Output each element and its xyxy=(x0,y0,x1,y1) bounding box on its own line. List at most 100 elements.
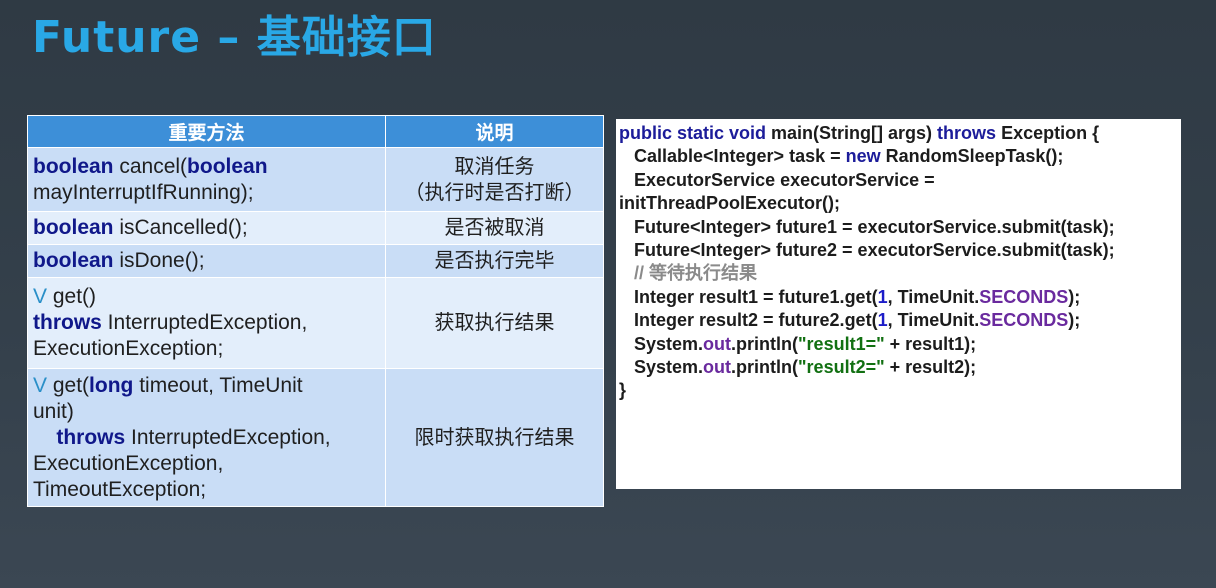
code-token: System. xyxy=(619,357,704,378)
code-token: main(String[] args) xyxy=(766,123,938,143)
code-line: // 等待执行结果 xyxy=(619,262,1178,285)
method-signature: boolean cancel(boolean mayInterruptIfRunn… xyxy=(27,147,386,212)
code-text: isDone(); xyxy=(113,249,205,272)
description-line: 获取执行结果 xyxy=(434,312,555,334)
method-description: 获取执行结果 xyxy=(385,277,604,369)
code-line: Callable<Integer> task = new RandomSleep… xyxy=(619,145,1178,168)
keyword: boolean xyxy=(33,249,114,272)
code-text: isCancelled(); xyxy=(113,216,248,239)
keyword: throws xyxy=(33,311,102,334)
code-token: .println( xyxy=(731,333,799,354)
method-description: 是否被取消 xyxy=(385,211,604,245)
code-text: TimeoutException; xyxy=(33,477,207,501)
table-row: boolean isDone(); 是否执行完毕 xyxy=(27,244,604,278)
string-literal: "result1=" xyxy=(798,333,885,354)
table-row: boolean isCancelled(); 是否被取消 xyxy=(27,211,604,245)
description-line: 取消任务 xyxy=(454,155,535,178)
method-description: 是否执行完毕 xyxy=(385,244,604,278)
method-line: boolean isDone(); xyxy=(33,248,380,274)
method-line: throws InterruptedException, xyxy=(33,310,380,336)
code-text: InterruptedException, xyxy=(101,311,308,334)
method-signature: boolean isCancelled(); xyxy=(27,211,386,245)
slide-title: Future – 基础接口 xyxy=(32,12,437,63)
method-line: V get(long timeout, TimeUnit xyxy=(33,373,380,399)
code-token: Integer result1 = future1.get( xyxy=(619,286,878,307)
code-line: Integer result1 = future1.get(1, TimeUni… xyxy=(619,286,1178,309)
method-signature: V get() throws InterruptedException, Execu… xyxy=(27,277,386,369)
code-comment: // 等待执行结果 xyxy=(634,263,758,284)
code-token: Callable<Integer> task = xyxy=(619,146,846,167)
keyword: long xyxy=(89,373,134,397)
code-token: Future<Integer> future2 = executorServic… xyxy=(619,240,1115,261)
method-line: boolean isCancelled(); xyxy=(33,215,380,241)
header-method: 重要方法 xyxy=(27,115,386,148)
code-token: ); xyxy=(1068,310,1081,331)
type-variable: V xyxy=(33,373,48,397)
description-line: 是否执行完毕 xyxy=(434,250,555,272)
keyword: public static void xyxy=(619,123,767,143)
code-line: System.out.println("result1=" + result1)… xyxy=(619,333,1178,356)
method-line: boolean cancel(boolean xyxy=(33,154,380,180)
keyword: throws xyxy=(56,425,126,449)
type-variable: V xyxy=(33,285,48,308)
method-line: mayInterruptIfRunning); xyxy=(33,180,380,206)
method-line: ExecutionException; xyxy=(33,336,380,362)
code-token: Integer result2 = future2.get( xyxy=(619,310,878,331)
code-token: , TimeUnit. xyxy=(887,310,980,331)
code-token: ExecutorService executorService = xyxy=(619,169,935,190)
code-line: Integer result2 = future2.get(1, TimeUni… xyxy=(619,309,1178,332)
code-text: cancel( xyxy=(113,154,188,178)
code-token: SECONDS xyxy=(979,310,1069,331)
code-token: .println( xyxy=(731,357,799,378)
keyword: boolean xyxy=(187,154,268,178)
string-literal: "result2=" xyxy=(798,357,885,378)
description-line: （执行时是否打断） xyxy=(404,181,585,204)
method-line: throws InterruptedException, xyxy=(33,425,380,451)
code-token: 1 xyxy=(877,310,888,331)
code-line: public static void main(String[] args) t… xyxy=(619,122,1178,145)
code-text: timeout, TimeUnit xyxy=(133,373,303,397)
code-token: + result1); xyxy=(884,333,977,354)
keyword: new xyxy=(845,146,881,167)
keyword: throws xyxy=(937,123,997,143)
code-text: ExecutionException; xyxy=(33,337,224,360)
code-token: + result2); xyxy=(884,357,977,378)
description-line: 限时获取执行结果 xyxy=(414,426,575,449)
code-token: Exception { xyxy=(996,123,1100,143)
method-line: TimeoutException; xyxy=(33,477,380,503)
code-text: ExecutionException, xyxy=(33,451,224,475)
keyword: boolean xyxy=(33,216,114,239)
code-token: out xyxy=(703,357,732,378)
code-line: } xyxy=(619,379,1178,402)
code-block: public static void main(String[] args) t… xyxy=(616,119,1181,489)
code-token: 1 xyxy=(877,286,888,307)
code-line: initThreadPoolExecutor(); xyxy=(619,192,1178,215)
code-line: System.out.println("result2=" + result2)… xyxy=(619,356,1178,379)
code-token: ); xyxy=(1068,286,1081,307)
method-signature: V get(long timeout, TimeUnit unit) throws… xyxy=(27,368,386,507)
method-line: V get() xyxy=(33,284,380,310)
code-token: Future<Integer> future1 = executorServic… xyxy=(619,216,1115,237)
method-line: unit) xyxy=(33,399,380,425)
code-token: , TimeUnit. xyxy=(887,286,980,307)
table-row: V get() throws InterruptedException, Execu… xyxy=(27,277,604,369)
keyword: boolean xyxy=(33,154,114,178)
code-text: mayInterruptIfRunning); xyxy=(33,180,254,204)
code-token: out xyxy=(703,333,732,354)
code-token: } xyxy=(619,380,627,401)
code-text: get( xyxy=(47,373,90,397)
header-description: 说明 xyxy=(385,115,604,148)
code-token: initThreadPoolExecutor(); xyxy=(619,193,841,214)
code-line: ExecutorService executorService = xyxy=(619,169,1178,192)
method-description: 限时获取执行结果 xyxy=(385,368,604,507)
code-line: Future<Integer> future1 = executorServic… xyxy=(619,216,1178,239)
description-line: 是否被取消 xyxy=(444,217,545,239)
methods-table: 重要方法 说明 boolean cancel(boolean mayInterru… xyxy=(27,115,604,507)
code-token: System. xyxy=(619,333,704,354)
code-text: InterruptedException, xyxy=(125,425,331,449)
method-line: ExecutionException, xyxy=(33,451,380,477)
code-token: SECONDS xyxy=(979,286,1069,307)
code-token: RandomSleepTask(); xyxy=(880,146,1064,167)
